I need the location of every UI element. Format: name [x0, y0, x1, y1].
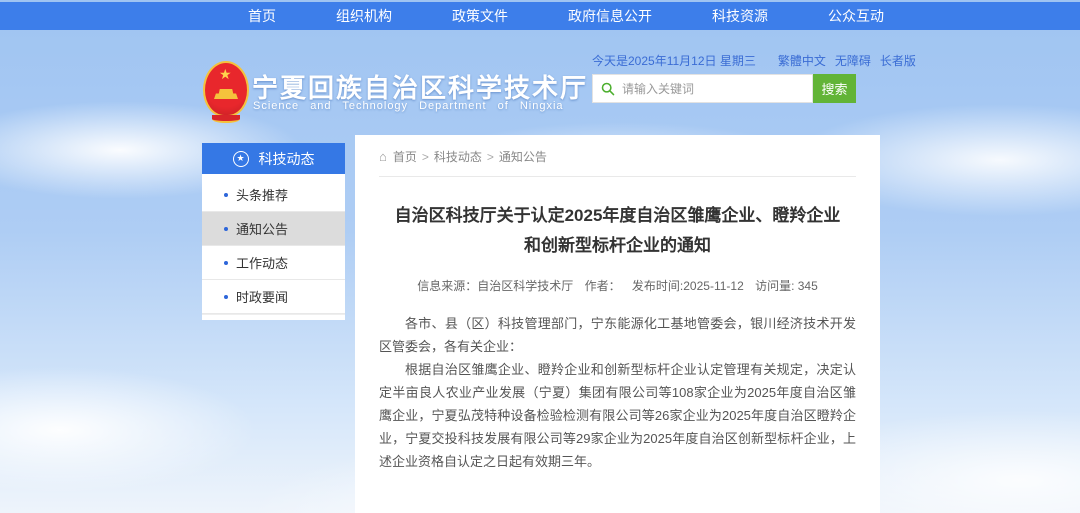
- home-icon: ⌂: [379, 151, 387, 163]
- article-meta: 信息来源：自治区科学技术厅 作者： 发布时间:2025-11-12 访问量: 3…: [379, 277, 856, 294]
- article-title-line1: 自治区科技厅关于认定2025年度自治区雏鹰企业、瞪羚企业: [395, 206, 841, 225]
- emblem-base: [212, 115, 240, 123]
- sidebar-item-work-news[interactable]: 工作动态: [202, 246, 345, 280]
- breadcrumb-current: 通知公告: [499, 148, 547, 165]
- national-emblem-logo: ★: [203, 61, 249, 125]
- link-traditional-chinese[interactable]: 繁體中文: [778, 52, 826, 69]
- page-background: 首页 组织机构 政策文件 政府信息公开 科技资源 公众互动 ★ 宁夏回族自治区科…: [0, 0, 1080, 513]
- sidebar-item-label: 工作动态: [236, 253, 288, 272]
- article-paragraph: 根据自治区雏鹰企业、瞪羚企业和创新型标杆企业认定管理有关规定，决定认定半亩良人农…: [379, 358, 856, 474]
- current-date: 今天是2025年11月12日 星期三: [592, 52, 756, 69]
- breadcrumb-home[interactable]: 首页: [393, 148, 417, 165]
- breadcrumb-separator: >: [422, 150, 429, 164]
- article-view-count: 访问量: 345: [755, 279, 818, 293]
- search-bar: 搜索: [592, 74, 856, 103]
- article-title: 自治区科技厅关于认定2025年度自治区雏鹰企业、瞪羚企业 和创新型标杆企业的通知: [379, 201, 856, 261]
- bullet-dot-icon: [224, 261, 228, 265]
- nav-item-resources[interactable]: 科技资源: [682, 6, 798, 26]
- emblem-star-icon: ★: [219, 67, 232, 81]
- article-body: 各市、县（区）科技管理部门，宁东能源化工基地管委会，银川经济技术开发区管委会，各…: [379, 312, 856, 474]
- article-paragraph: 各市、县（区）科技管理部门，宁东能源化工基地管委会，银川经济技术开发区管委会，各…: [379, 312, 856, 358]
- search-input-wrap: [592, 74, 813, 103]
- nav-item-gov-info[interactable]: 政府信息公开: [538, 6, 682, 26]
- bullet-dot-icon: [224, 227, 228, 231]
- bullet-dot-icon: [224, 295, 228, 299]
- sidebar-item-politics-news[interactable]: 时政要闻: [202, 280, 345, 314]
- search-input[interactable]: [622, 82, 804, 96]
- sidebar-item-label: 头条推荐: [236, 185, 288, 204]
- link-elderly-version[interactable]: 长者版: [880, 52, 916, 69]
- breadcrumb: ⌂ 首页 > 科技动态 > 通知公告: [379, 135, 856, 177]
- article-title-line2: 和创新型标杆企业的通知: [524, 236, 711, 255]
- sidebar-footer: [202, 314, 345, 320]
- main-content-card: ⌂ 首页 > 科技动态 > 通知公告 自治区科技厅关于认定2025年度自治区雏鹰…: [355, 135, 880, 513]
- link-accessibility[interactable]: 无障碍: [835, 52, 871, 69]
- article-author: 作者：: [585, 279, 621, 293]
- breadcrumb-separator: >: [487, 150, 494, 164]
- bullet-dot-icon: [224, 193, 228, 197]
- header-meta-row: 今天是2025年11月12日 星期三 繁體中文 无障碍 长者版: [592, 52, 872, 69]
- article-source: 信息来源：自治区科学技术厅: [417, 279, 573, 293]
- circle-star-icon: ★: [233, 151, 249, 167]
- search-icon: [601, 82, 615, 96]
- sidebar-item-label: 时政要闻: [236, 287, 288, 306]
- sidebar-item-headlines[interactable]: 头条推荐: [202, 178, 345, 212]
- search-button[interactable]: 搜索: [813, 74, 856, 103]
- nav-item-interaction[interactable]: 公众互动: [798, 6, 914, 26]
- sidebar-menu: 头条推荐 通知公告 工作动态 时政要闻: [202, 174, 345, 320]
- sidebar-item-notices[interactable]: 通知公告: [202, 212, 345, 246]
- top-navigation: 首页 组织机构 政策文件 政府信息公开 科技资源 公众互动: [0, 2, 1080, 30]
- article-publish-date: 发布时间:2025-11-12: [632, 279, 744, 293]
- breadcrumb-section[interactable]: 科技动态: [434, 148, 482, 165]
- nav-item-policy[interactable]: 政策文件: [422, 6, 538, 26]
- sidebar-item-label: 通知公告: [236, 219, 288, 238]
- nav-item-home[interactable]: 首页: [218, 6, 306, 26]
- nav-item-organization[interactable]: 组织机构: [306, 6, 422, 26]
- sidebar-header: ★ 科技动态: [202, 143, 345, 174]
- sidebar-title: 科技动态: [259, 149, 315, 169]
- sidebar: ★ 科技动态 头条推荐 通知公告 工作动态 时政要闻: [202, 143, 345, 320]
- site-subtitle-english: Science and Technology Department of Nin…: [253, 100, 564, 112]
